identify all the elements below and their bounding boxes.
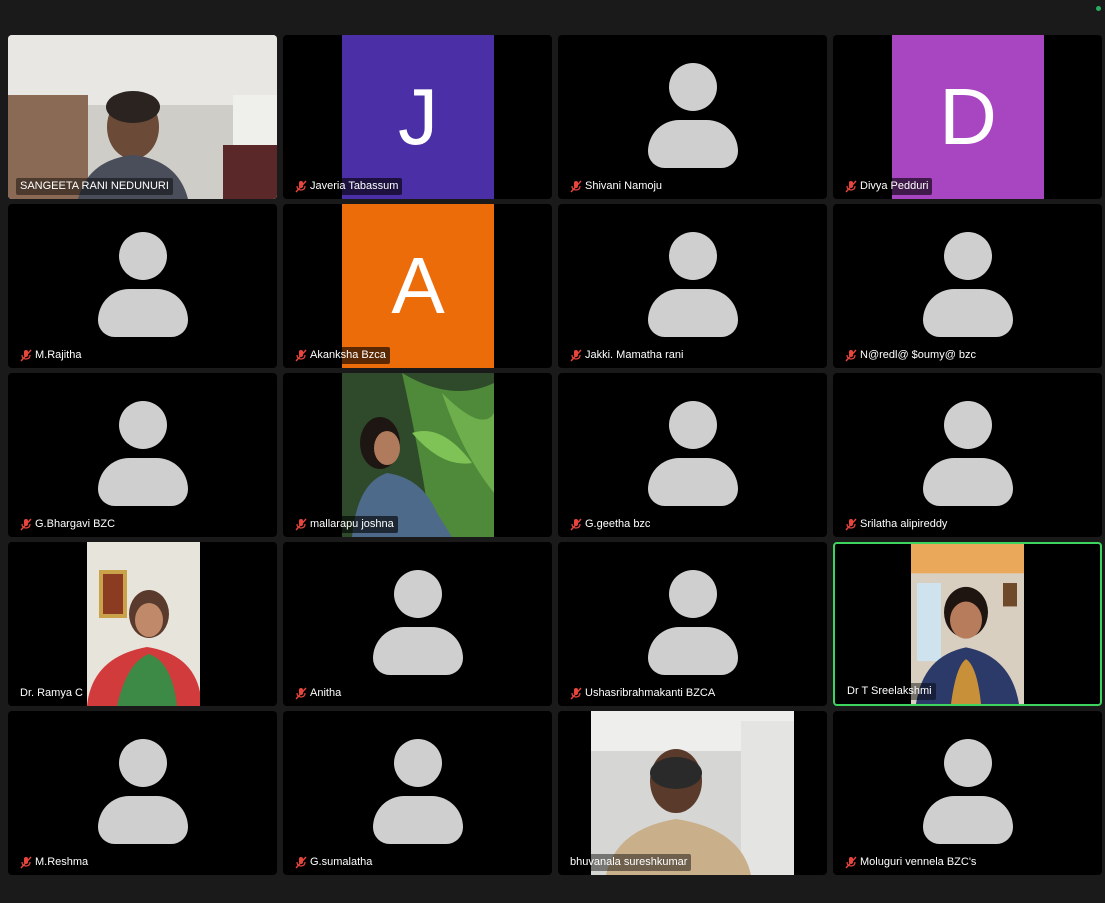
participant-name-label: G.sumalatha <box>291 854 377 871</box>
mic-muted-icon <box>845 180 857 193</box>
participant-tile[interactable]: Anitha <box>283 542 552 706</box>
participant-tile[interactable]: M.Reshma <box>8 711 277 875</box>
participant-tile[interactable]: Shivani Namoju <box>558 35 827 199</box>
participant-tile[interactable]: Ushasribrahmakanti BZCA <box>558 542 827 706</box>
default-avatar-icon <box>647 63 738 173</box>
default-avatar-icon <box>97 739 188 849</box>
participant-name-label: Dr. Ramya C <box>16 685 87 702</box>
default-avatar-icon <box>922 739 1013 849</box>
mic-muted-icon <box>295 349 307 362</box>
participant-name-label: Jakki. Mamatha rani <box>566 347 688 364</box>
mic-muted-icon <box>845 518 857 531</box>
participant-video <box>591 711 794 875</box>
initial-avatar: D <box>892 35 1044 199</box>
mic-muted-icon <box>295 856 307 869</box>
mic-muted-icon <box>295 687 307 700</box>
participant-name-label: M.Reshma <box>16 854 93 871</box>
participant-tile[interactable]: G.Bhargavi BZC <box>8 373 277 537</box>
mic-muted-icon <box>295 180 307 193</box>
initial-avatar: A <box>342 204 494 368</box>
participant-tile[interactable]: J Javeria Tabassum <box>283 35 552 199</box>
participant-name-label: Divya Pedduri <box>841 178 933 195</box>
participant-name-label: Shivani Namoju <box>566 178 667 195</box>
participant-name-label: G.Bhargavi BZC <box>16 516 120 533</box>
mic-muted-icon <box>570 518 582 531</box>
participant-tile[interactable]: G.geetha bzc <box>558 373 827 537</box>
mic-muted-icon <box>570 349 582 362</box>
participant-tile[interactable]: Jakki. Mamatha rani <box>558 204 827 368</box>
participant-tile[interactable]: bhuvanala sureshkumar <box>558 711 827 875</box>
participant-name-label: Dr T Sreelakshmi <box>843 683 936 700</box>
participant-tile[interactable]: Srilatha alipireddy <box>833 373 1102 537</box>
mic-muted-icon <box>20 518 32 531</box>
participant-tile[interactable]: mallarapu joshna <box>283 373 552 537</box>
participant-name-label: Akanksha Bzca <box>291 347 390 364</box>
participant-tile[interactable]: D Divya Pedduri <box>833 35 1102 199</box>
connection-status-dot <box>1096 6 1101 11</box>
participant-name-label: Javeria Tabassum <box>291 178 403 195</box>
participant-name-label: Srilatha alipireddy <box>841 516 952 533</box>
default-avatar-icon <box>97 401 188 511</box>
participant-name-label: mallarapu joshna <box>291 516 398 533</box>
participant-tile[interactable]: N@redl@ $oumy@ bzc <box>833 204 1102 368</box>
participant-tile[interactable]: Dr. Ramya C <box>8 542 277 706</box>
default-avatar-icon <box>647 401 738 511</box>
gallery-view: SANGEETA RANI NEDUNURI J Javeria Tabassu… <box>8 35 1103 875</box>
participant-video <box>911 544 1024 704</box>
default-avatar-icon <box>647 232 738 342</box>
mic-muted-icon <box>20 856 32 869</box>
participant-tile-active-speaker[interactable]: Dr T Sreelakshmi <box>833 542 1102 706</box>
default-avatar-icon <box>922 401 1013 511</box>
participant-tile[interactable]: Moluguri vennela BZC's <box>833 711 1102 875</box>
participant-video <box>342 373 494 537</box>
participant-name-label: G.geetha bzc <box>566 516 655 533</box>
mic-muted-icon <box>845 856 857 869</box>
participant-video <box>87 542 200 706</box>
participant-name-label: Ushasribrahmakanti BZCA <box>566 685 720 702</box>
mic-muted-icon <box>845 349 857 362</box>
participant-tile[interactable]: SANGEETA RANI NEDUNURI <box>8 35 277 199</box>
default-avatar-icon <box>372 739 463 849</box>
participant-name-label: SANGEETA RANI NEDUNURI <box>16 178 173 195</box>
participant-tile[interactable]: A Akanksha Bzca <box>283 204 552 368</box>
participant-video <box>8 35 277 199</box>
participant-name-label: bhuvanala sureshkumar <box>566 854 692 871</box>
initial-avatar: J <box>342 35 494 199</box>
mic-muted-icon <box>295 518 307 531</box>
participant-name-label: Anitha <box>291 685 346 702</box>
participant-tile[interactable]: M.Rajitha <box>8 204 277 368</box>
default-avatar-icon <box>97 232 188 342</box>
mic-muted-icon <box>570 687 582 700</box>
default-avatar-icon <box>922 232 1013 342</box>
participant-name-label: N@redl@ $oumy@ bzc <box>841 347 981 364</box>
mic-muted-icon <box>20 349 32 362</box>
participant-name-label: M.Rajitha <box>16 347 86 364</box>
participant-tile[interactable]: G.sumalatha <box>283 711 552 875</box>
mic-muted-icon <box>570 180 582 193</box>
participant-name-label: Moluguri vennela BZC's <box>841 854 981 871</box>
default-avatar-icon <box>372 570 463 680</box>
default-avatar-icon <box>647 570 738 680</box>
